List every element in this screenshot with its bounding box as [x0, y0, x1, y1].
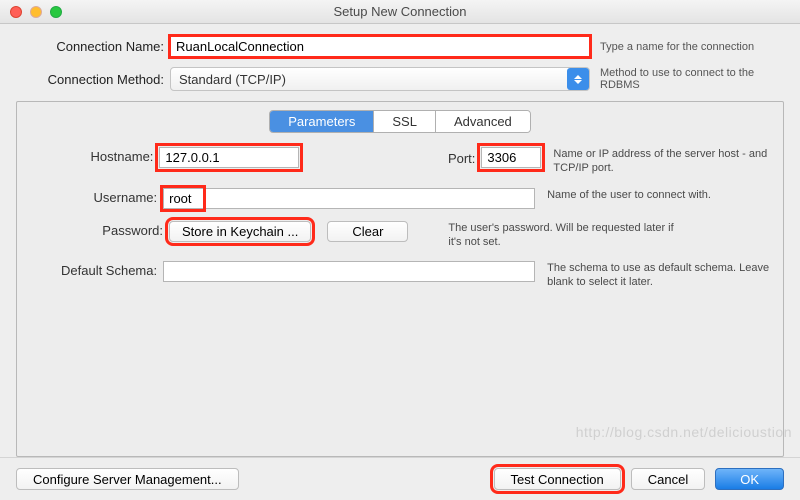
connection-method-label: Connection Method:	[16, 72, 164, 87]
cancel-button[interactable]: Cancel	[631, 468, 705, 490]
tab-group: Parameters SSL Advanced	[269, 110, 531, 133]
default-schema-input[interactable]	[163, 261, 535, 282]
watermark: http://blog.csdn.net/delicioustion	[576, 424, 792, 440]
username-hint: Name of the user to connect with.	[547, 188, 777, 202]
port-label: Port:	[335, 149, 475, 166]
footer: Configure Server Management... Test Conn…	[0, 457, 800, 500]
connection-method-select[interactable]: Standard (TCP/IP)	[170, 67, 590, 91]
username-label: Username:	[23, 188, 157, 205]
tab-parameters[interactable]: Parameters	[270, 111, 374, 132]
password-hint: The user's password. Will be requested l…	[448, 221, 688, 250]
username-highlight	[160, 185, 206, 212]
ok-button[interactable]: OK	[715, 468, 784, 490]
clear-password-button[interactable]: Clear	[327, 221, 408, 242]
tab-advanced[interactable]: Advanced	[436, 111, 530, 132]
store-keychain-button[interactable]: Store in Keychain ...	[169, 221, 311, 242]
default-schema-hint: The schema to use as default schema. Lea…	[547, 261, 777, 290]
parameter-panel: Parameters SSL Advanced Hostname: Port: …	[16, 101, 784, 457]
hostname-label: Hostname:	[23, 147, 153, 164]
port-input[interactable]	[481, 147, 541, 168]
connection-method-value: Standard (TCP/IP)	[179, 72, 286, 87]
titlebar: Setup New Connection	[0, 0, 800, 24]
connection-name-label: Connection Name:	[16, 39, 164, 54]
connection-name-input[interactable]	[170, 36, 590, 57]
configure-server-button[interactable]: Configure Server Management...	[16, 468, 239, 490]
chevron-updown-icon	[567, 68, 589, 90]
test-connection-button[interactable]: Test Connection	[494, 468, 621, 490]
default-schema-label: Default Schema:	[23, 261, 157, 278]
hostname-hint: Name or IP address of the server host - …	[553, 147, 777, 176]
tab-ssl[interactable]: SSL	[374, 111, 436, 132]
password-label: Password:	[23, 221, 163, 238]
connection-method-hint: Method to use to connect to the RDBMS	[600, 67, 784, 91]
username-input[interactable]	[163, 188, 535, 209]
connection-name-hint: Type a name for the connection	[600, 41, 784, 53]
window-title: Setup New Connection	[0, 4, 800, 19]
hostname-input[interactable]	[159, 147, 299, 168]
